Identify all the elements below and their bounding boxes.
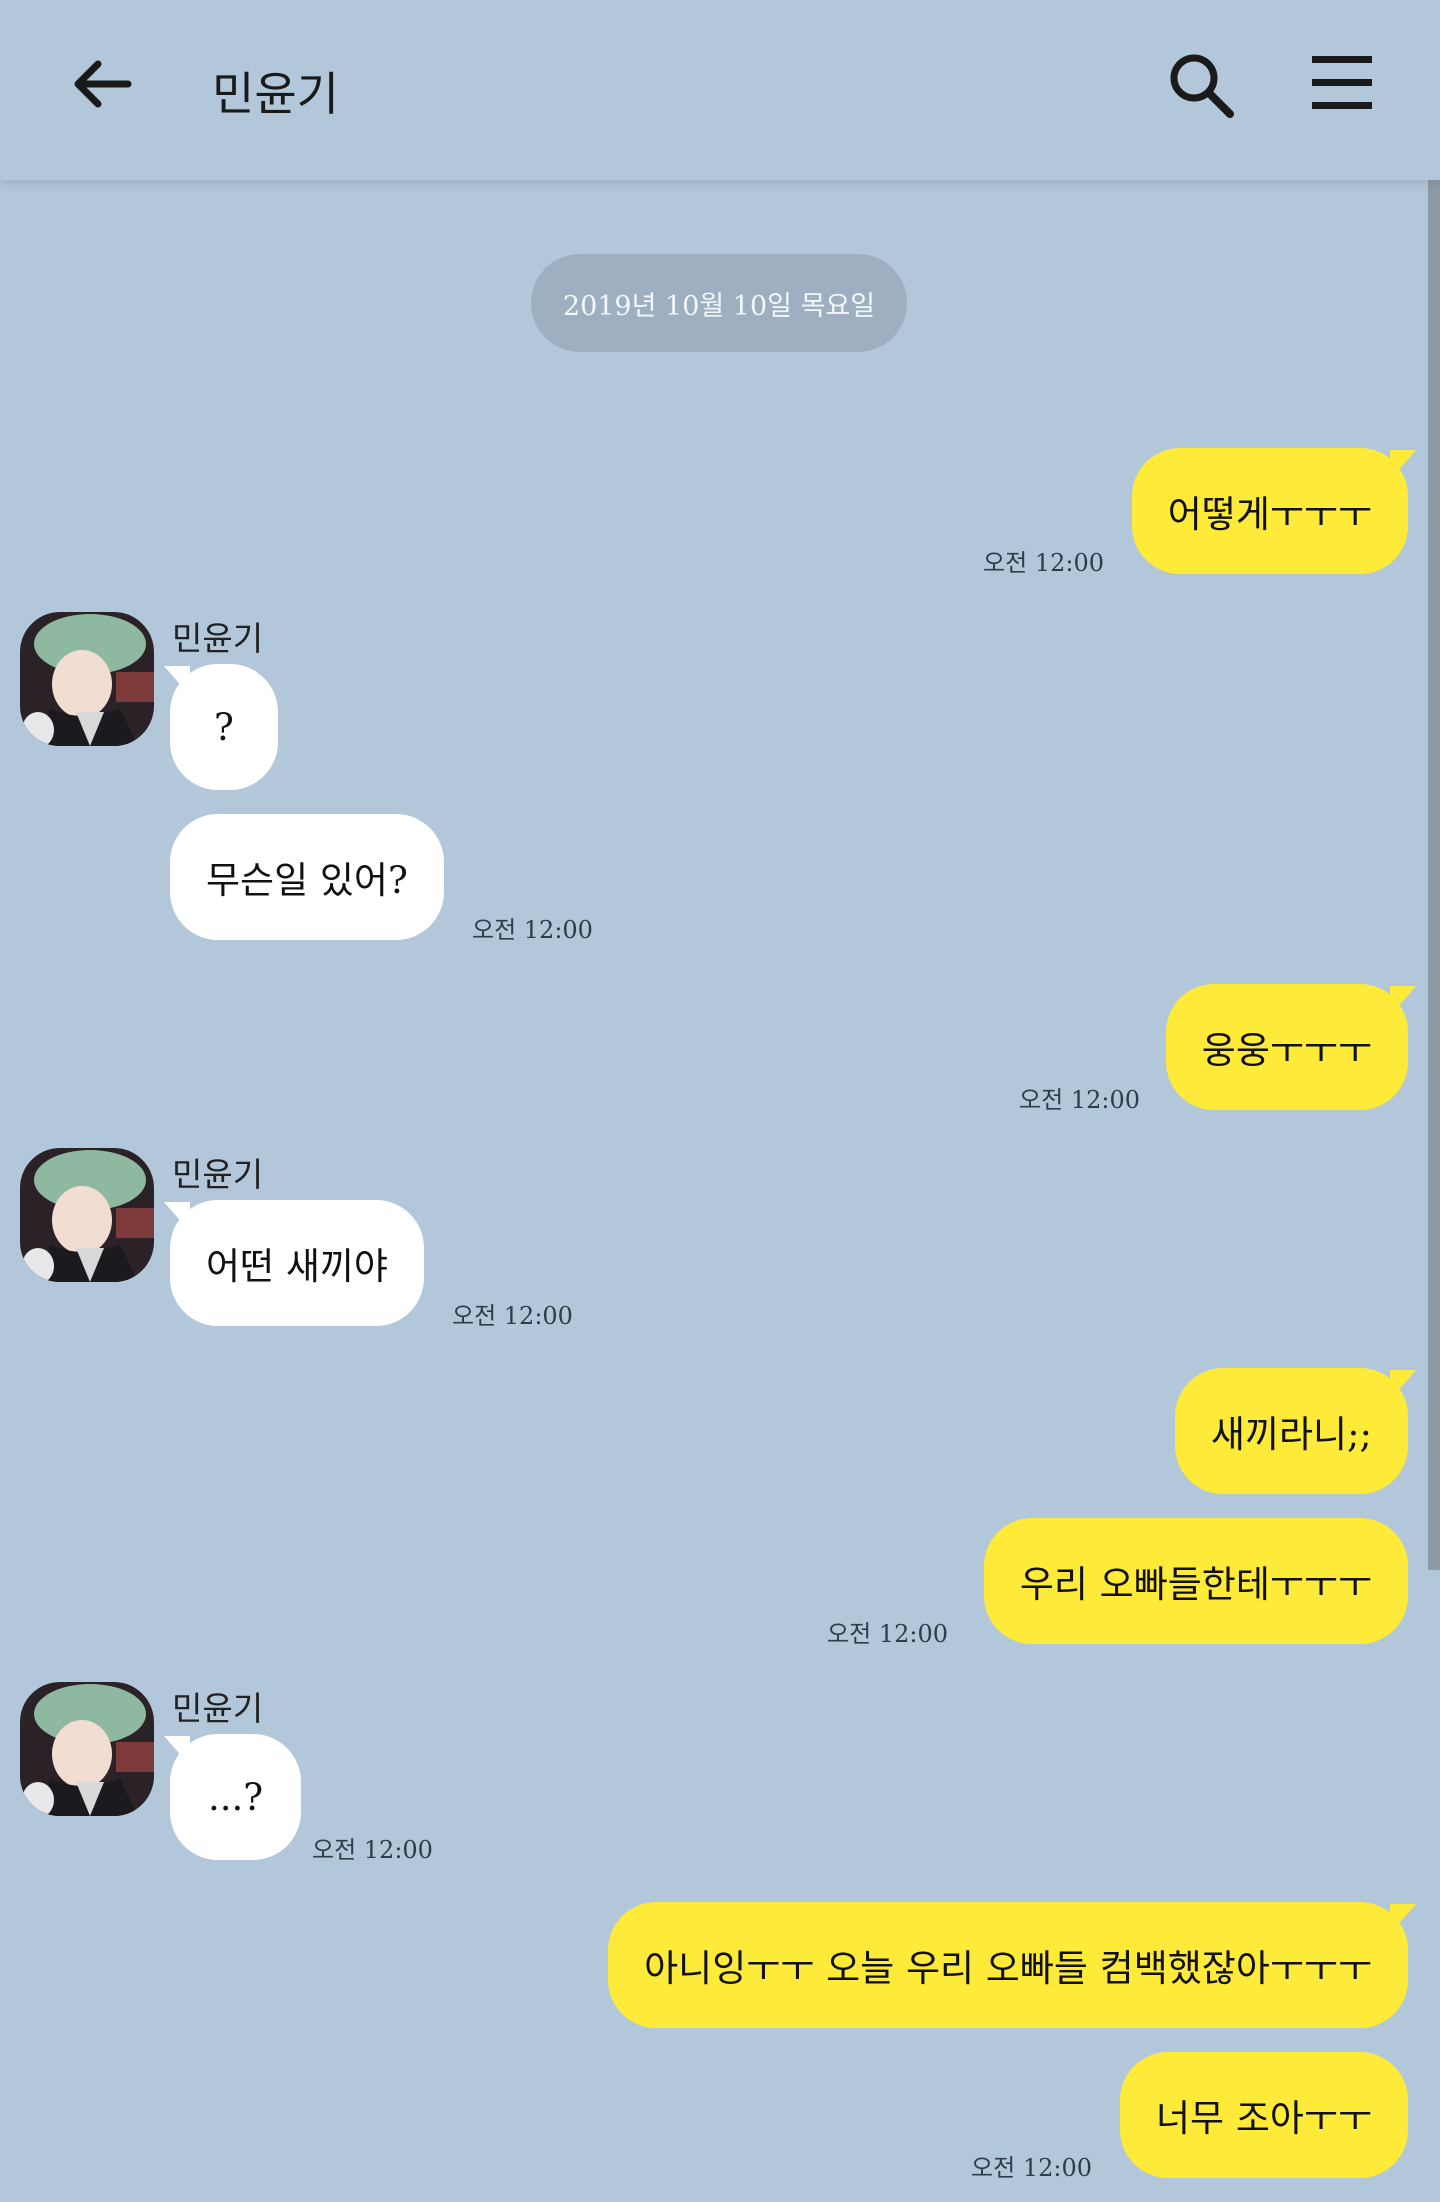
message-timestamp: 오전 12:00 <box>971 2154 1092 2182</box>
sender-name: 민윤기 <box>172 619 264 658</box>
back-arrow-icon[interactable] <box>70 52 134 116</box>
sender-name: 민윤기 <box>172 1689 264 1728</box>
message-timestamp: 오전 12:00 <box>452 1302 573 1330</box>
outgoing-message-bubble[interactable]: 너무 조아ㅜㅜ <box>1119 2052 1408 2178</box>
message-timestamp: 오전 12:00 <box>827 1620 948 1648</box>
incoming-message-bubble[interactable]: 어떤 새끼야 <box>170 1200 424 1326</box>
message-timestamp: 오전 12:00 <box>312 1836 433 1864</box>
profile-photo <box>20 1682 154 1816</box>
scrollbar[interactable] <box>1428 180 1440 1570</box>
search-icon[interactable] <box>1166 50 1236 120</box>
outgoing-message-bubble[interactable]: 어떻게ㅜㅜㅜ <box>1131 448 1408 574</box>
chat-title: 민윤기 <box>212 67 339 121</box>
incoming-message-bubble[interactable]: ...? <box>170 1734 302 1860</box>
message-timestamp: 오전 12:00 <box>472 916 593 944</box>
incoming-message-bubble[interactable]: ? <box>170 664 278 790</box>
avatar[interactable] <box>20 1148 154 1282</box>
profile-photo <box>20 612 154 746</box>
sender-name: 민윤기 <box>172 1155 264 1194</box>
date-divider: 2019년 10월 10일 목요일 <box>531 254 907 352</box>
incoming-message-bubble[interactable]: 무슨일 있어? <box>170 814 444 940</box>
outgoing-message-bubble[interactable]: 아니잉ㅜㅜ 오늘 우리 오빠들 컴백했잖아ㅜㅜㅜ <box>608 1902 1408 2028</box>
outgoing-message-bubble[interactable]: 우리 오빠들한테ㅜㅜㅜ <box>983 1518 1408 1644</box>
message-timestamp: 오전 12:00 <box>983 549 1104 577</box>
outgoing-message-bubble[interactable]: 웅웅ㅜㅜㅜ <box>1165 984 1408 1110</box>
profile-photo <box>20 1148 154 1282</box>
outgoing-message-bubble[interactable]: 새끼라니;; <box>1174 1368 1408 1494</box>
avatar[interactable] <box>20 1682 154 1816</box>
avatar[interactable] <box>20 612 154 746</box>
chat-header: 민윤기 <box>0 0 1440 180</box>
message-timestamp: 오전 12:00 <box>1019 1086 1140 1114</box>
menu-icon[interactable] <box>1310 54 1374 112</box>
